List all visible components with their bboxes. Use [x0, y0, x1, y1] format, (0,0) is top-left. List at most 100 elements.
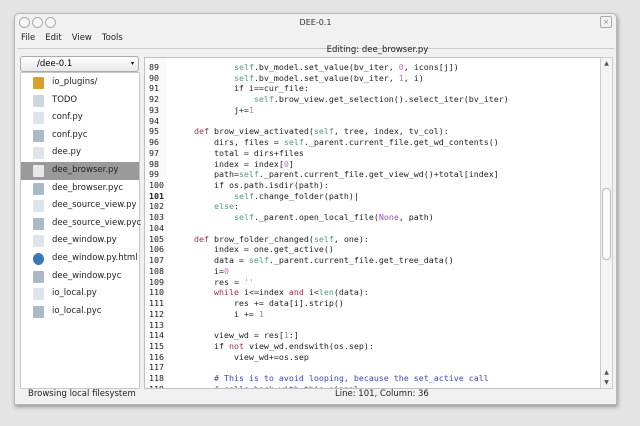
code-editor[interactable]: 89 self.bv_model.set_value(bv_iter, 0, i… [144, 57, 601, 389]
code-token: self [233, 72, 254, 83]
scrollbar-thumb[interactable] [602, 188, 611, 260]
file-name: dee_window.py [52, 235, 117, 246]
line-number: 113 [149, 319, 164, 330]
code-token: data = [174, 255, 249, 266]
compiled-file-icon [33, 129, 44, 142]
file-name: io_plugins/ [52, 77, 98, 87]
editing-label: Editing: dee_browser.py [326, 45, 429, 55]
scroll-down-icon[interactable]: ▼ [601, 379, 612, 386]
code-token: self [253, 94, 274, 105]
code-line: 102 else: [145, 201, 600, 212]
file-list-item[interactable]: dee_browser.py [21, 162, 139, 180]
file-list-item[interactable]: dee_browser.pyc [21, 180, 139, 198]
code-text: # This is to avoid looping, because the … [174, 373, 489, 384]
code-line: 109 res = '' [145, 277, 600, 288]
menu-edit[interactable]: Edit [45, 31, 61, 46]
file-list-item[interactable]: TODO [21, 92, 139, 110]
file-list-item[interactable]: conf.pyc [21, 127, 139, 145]
code-token: , one): [333, 233, 369, 244]
code-line: 92 self.brow_view.get_selection().select… [145, 94, 600, 105]
code-token: view_wd.endswith(os.sep): [243, 340, 374, 351]
code-token: : [233, 201, 239, 212]
line-number: 103 [149, 212, 164, 223]
file-name: conf.py [52, 112, 83, 123]
menu-view[interactable]: View [72, 31, 92, 46]
file-list-item[interactable]: dee.py [21, 144, 139, 162]
code-token: ._parent.current_file.get_wd_contents() [303, 137, 499, 148]
line-number: 115 [149, 340, 164, 351]
code-token: self [238, 169, 259, 180]
code-token: path= [174, 169, 239, 180]
compiled-file-icon [33, 182, 44, 195]
file-list-item[interactable]: dee_window.py [21, 232, 139, 250]
code-token: self [233, 190, 254, 201]
code-line: 118 # This is to avoid looping, because … [145, 373, 600, 384]
file-list-item[interactable]: io_local.py [21, 285, 139, 303]
html-file-icon [33, 253, 44, 265]
code-line: 100 if os.path.isdir(path): [145, 180, 600, 191]
line-number: 95 [149, 126, 159, 137]
code-text: def brow_folder_changed(self, one): [174, 234, 369, 245]
code-text: self._parent.open_local_file(None, path) [174, 212, 434, 223]
code-token: self [248, 255, 269, 266]
line-number: 91 [149, 83, 159, 94]
code-token: ._parent.current_file.get_view_wd()+tota… [258, 169, 499, 180]
line-number: 102 [149, 201, 164, 212]
code-line: 94 [145, 116, 600, 127]
code-text: view_wd+=os.sep [174, 352, 309, 363]
menu-file[interactable]: File [21, 31, 35, 46]
window-button-1[interactable] [19, 17, 30, 28]
line-number: 114 [149, 330, 164, 341]
code-token: ] [288, 158, 294, 169]
vertical-scrollbar[interactable]: ▲ ▲ ▼ [600, 57, 613, 389]
file-list-item[interactable]: conf.py [21, 109, 139, 127]
code-text: while i<=index and i<len(data): [174, 287, 369, 298]
python-file-icon [33, 112, 44, 125]
app-window: DEE-0.1 × File Edit View Tools /dee-0.1 … [14, 13, 617, 405]
text-file-icon [33, 94, 44, 107]
scroll-up-icon[interactable]: ▲ [601, 60, 612, 67]
code-token: self [233, 212, 254, 223]
window-button-3[interactable] [45, 17, 56, 28]
window-button-2[interactable] [32, 17, 43, 28]
code-token: self [313, 126, 334, 137]
code-token: 0 [223, 265, 229, 276]
title-bar: DEE-0.1 × [15, 14, 616, 31]
code-token: '' [243, 276, 254, 287]
status-left: Browsing local filesystem [28, 389, 136, 399]
file-list-item[interactable]: dee_source_view.pyc [21, 215, 141, 233]
file-list-item[interactable]: io_plugins/ [21, 74, 139, 92]
status-cursor-position: Line: 101, Column: 36 [335, 389, 429, 399]
file-name: dee_window.pyc [52, 270, 122, 281]
code-token: index = one.get_active() [174, 244, 334, 255]
close-icon[interactable]: × [600, 16, 612, 28]
code-token: def [193, 233, 209, 244]
code-token: i<=index [238, 287, 289, 298]
code-token: :] [288, 330, 299, 341]
code-token: while [213, 287, 239, 298]
code-text: i=0 [174, 266, 229, 277]
code-token: dirs, files = [174, 137, 284, 148]
file-name: dee_browser.py [52, 165, 119, 175]
folder-dropdown[interactable]: /dee-0.1 ▾ [20, 56, 139, 72]
line-number: 94 [149, 115, 159, 126]
code-token: 1 [258, 308, 264, 319]
file-list-item[interactable]: dee_source_view.py [21, 197, 139, 215]
menu-tools[interactable]: Tools [102, 31, 123, 46]
line-number: 109 [149, 276, 164, 287]
python-file-icon [33, 288, 44, 301]
scroll-up-icon-bottom[interactable]: ▲ [601, 369, 612, 376]
file-list-item[interactable]: io_local.pyc [21, 303, 139, 321]
code-text: res += data[i].strip() [174, 298, 344, 309]
code-text: self.brow_view.get_selection().select_it… [174, 94, 509, 105]
file-list-item[interactable]: dee_window.pyc [21, 268, 139, 286]
file-list-item[interactable]: dee_window.py.html [21, 250, 139, 268]
line-number: 93 [149, 104, 159, 115]
file-list[interactable]: io_plugins/TODO conf.py conf.pyc dee.py dee_… [20, 72, 141, 389]
code-line: 95 def brow_view_activated(self, tree, i… [145, 126, 600, 137]
